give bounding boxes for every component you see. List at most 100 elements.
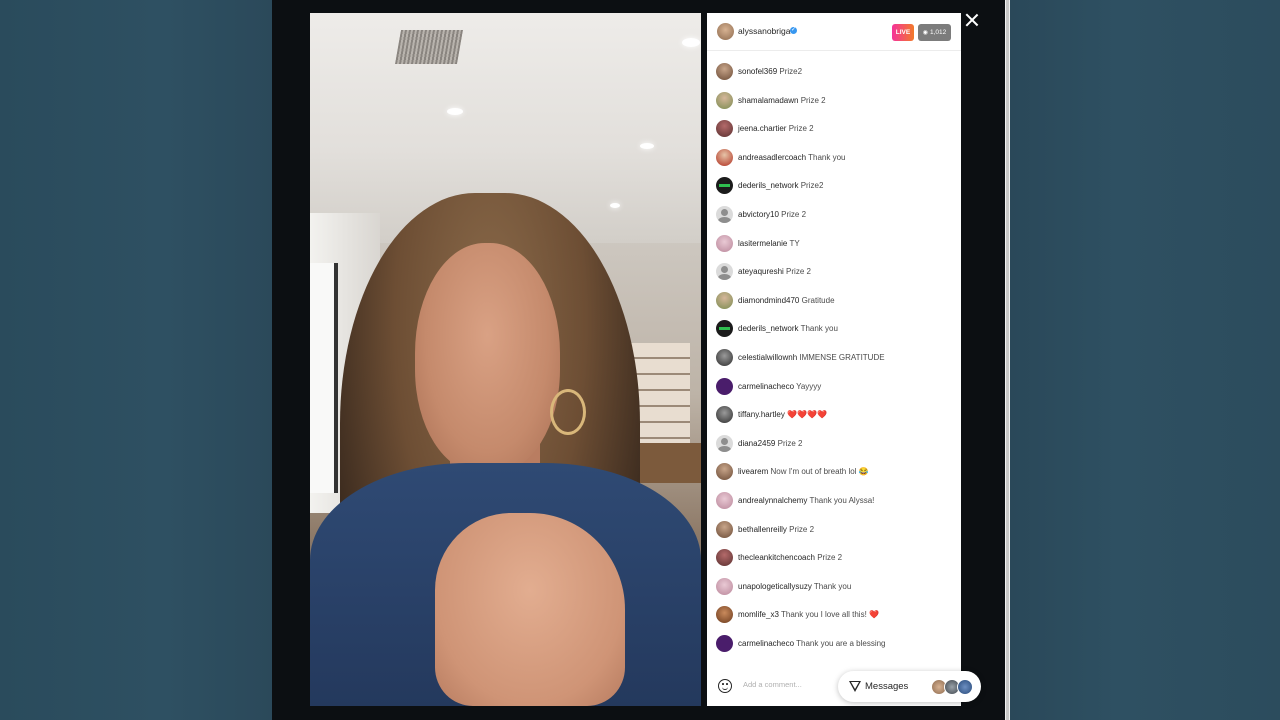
comment-username[interactable]: tiffany.hartley bbox=[738, 410, 785, 419]
avatar bbox=[957, 679, 973, 695]
avatar[interactable] bbox=[716, 148, 733, 166]
viewer-count: 1,012 bbox=[929, 29, 947, 36]
comment-line: sonofel369 Prize2 bbox=[738, 67, 802, 76]
avatar[interactable] bbox=[716, 549, 733, 567]
comment-text: Prize 2 bbox=[789, 524, 815, 534]
video-window bbox=[310, 263, 338, 493]
comment-row: ateyaqureshi Prize 2 bbox=[707, 262, 961, 282]
avatar[interactable] bbox=[716, 406, 733, 424]
comment-username[interactable]: dederils_network bbox=[738, 324, 798, 333]
comment-username[interactable]: abvictory10 bbox=[738, 210, 779, 219]
host-username[interactable]: alyssanobriga bbox=[738, 26, 790, 36]
comment-line: momlife_x3 Thank you I love all this! ❤️ bbox=[738, 610, 879, 619]
comment-row: carmelinacheco Yayyyy bbox=[707, 377, 961, 397]
live-video[interactable] bbox=[310, 13, 701, 706]
avatar[interactable] bbox=[716, 206, 733, 223]
comment-username[interactable]: unapologeticallysuzy bbox=[738, 582, 812, 591]
comment-row: bethallenreilly Prize 2 bbox=[707, 520, 961, 540]
comment-line: carmelinacheco Thank you are a blessing bbox=[738, 639, 886, 648]
comment-text: Thank you Alyssa! bbox=[809, 496, 875, 505]
comment-text: TY bbox=[789, 238, 800, 248]
comment-text: Gratitude bbox=[801, 295, 835, 305]
avatar[interactable] bbox=[716, 606, 733, 624]
live-comments-panel: alyssanobriga ✓ LIVE ◉ 1,012 sonofel369 P… bbox=[707, 13, 961, 706]
comment-username[interactable]: carmelinacheco bbox=[738, 382, 794, 391]
smile-icon[interactable] bbox=[718, 679, 732, 693]
comment-line: livearem Now I'm out of breath lol 😂 bbox=[738, 467, 869, 476]
comment-line: bethallenreilly Prize 2 bbox=[738, 525, 814, 534]
avatar[interactable] bbox=[716, 177, 733, 195]
comment-username[interactable]: diamondmind470 bbox=[738, 296, 799, 305]
comment-username[interactable]: bethallenreilly bbox=[738, 525, 787, 534]
comment-username[interactable]: carmelinacheco bbox=[738, 639, 794, 648]
comment-text: Prize 2 bbox=[788, 124, 814, 134]
page-scrollbar-thumb[interactable] bbox=[1006, 0, 1009, 720]
comment-line: ateyaqureshi Prize 2 bbox=[738, 267, 811, 276]
video-ceiling-light bbox=[682, 38, 700, 47]
avatar[interactable] bbox=[716, 577, 733, 595]
comment-text: Prize 2 bbox=[777, 438, 803, 448]
comment-username[interactable]: andrealynnalchemy bbox=[738, 496, 807, 505]
messages-button[interactable]: Messages bbox=[838, 671, 981, 702]
comment-line: andreasadlercoach Thank you bbox=[738, 153, 845, 162]
comment-line: dederils_network Prize2 bbox=[738, 181, 823, 190]
comment-username[interactable]: diana2459 bbox=[738, 439, 775, 448]
comment-line: andrealynnalchemy Thank you Alyssa! bbox=[738, 496, 874, 505]
comment-text: Prize2 bbox=[800, 181, 824, 191]
avatar[interactable] bbox=[716, 520, 733, 538]
comment-line: carmelinacheco Yayyyy bbox=[738, 382, 821, 391]
comment-text: ❤️❤️❤️❤️ bbox=[787, 410, 827, 420]
comment-input[interactable] bbox=[741, 679, 845, 690]
background-right bbox=[1010, 0, 1280, 720]
video-person-hands bbox=[435, 513, 625, 706]
avatar[interactable] bbox=[716, 91, 733, 109]
comment-username[interactable]: andreasadlercoach bbox=[738, 153, 806, 162]
avatar[interactable] bbox=[716, 263, 733, 281]
avatar[interactable] bbox=[716, 349, 733, 366]
messages-label: Messages bbox=[865, 681, 909, 692]
comment-username[interactable]: ateyaqureshi bbox=[738, 267, 784, 276]
host-avatar[interactable] bbox=[717, 23, 734, 40]
avatar[interactable] bbox=[716, 635, 733, 652]
comment-row: celestialwillownh IMMENSE GRATITUDE bbox=[707, 348, 961, 368]
panel-header: alyssanobriga ✓ LIVE ◉ 1,012 bbox=[707, 13, 961, 51]
comment-username[interactable]: momlife_x3 bbox=[738, 610, 779, 619]
video-person-face bbox=[415, 243, 560, 473]
comments-list[interactable]: sonofel369 Prize2 shamalamadawn Prize 2 je… bbox=[707, 51, 961, 661]
comment-row: andreasadlercoach Thank you bbox=[707, 148, 961, 168]
avatar[interactable] bbox=[716, 377, 733, 395]
comment-username[interactable]: dederils_network bbox=[738, 181, 798, 190]
comment-line: celestialwillownh IMMENSE GRATITUDE bbox=[738, 353, 885, 362]
send-icon bbox=[849, 681, 861, 692]
avatar[interactable] bbox=[716, 234, 733, 252]
avatar[interactable] bbox=[716, 291, 733, 309]
comment-row: tiffany.hartley ❤️❤️❤️❤️ bbox=[707, 405, 961, 425]
comment-username[interactable]: livearem bbox=[738, 467, 768, 476]
comment-username[interactable]: celestialwillownh bbox=[738, 353, 797, 362]
viewer-count-badge: ◉ 1,012 bbox=[918, 24, 951, 41]
avatar[interactable] bbox=[716, 320, 733, 338]
comment-line: unapologeticallysuzy Thank you bbox=[738, 582, 851, 591]
comment-username[interactable]: lasitermelanie bbox=[738, 239, 787, 248]
avatar[interactable] bbox=[716, 492, 733, 509]
comment-username[interactable]: jeena.chartier bbox=[738, 124, 786, 133]
avatar[interactable] bbox=[716, 463, 733, 481]
comment-line: diamondmind470 Gratitude bbox=[738, 296, 835, 305]
comment-row: jeena.chartier Prize 2 bbox=[707, 119, 961, 139]
comment-username[interactable]: thecleankitchencoach bbox=[738, 553, 815, 562]
close-icon[interactable] bbox=[963, 11, 981, 29]
avatar[interactable] bbox=[716, 120, 733, 138]
comment-row: diana2459 Prize 2 bbox=[707, 434, 961, 454]
video-ceiling-light bbox=[610, 203, 620, 208]
comment-username[interactable]: shamalamadawn bbox=[738, 96, 798, 105]
messages-avatar-stack bbox=[931, 679, 975, 695]
comment-text: Prize 2 bbox=[800, 95, 826, 105]
comment-username[interactable]: sonofel369 bbox=[738, 67, 777, 76]
comment-row: sonofel369 Prize2 bbox=[707, 62, 961, 82]
video-ceiling-light bbox=[640, 143, 654, 149]
avatar[interactable] bbox=[716, 434, 733, 452]
comment-line: abvictory10 Prize 2 bbox=[738, 210, 806, 219]
video-ceiling-light bbox=[447, 108, 463, 115]
avatar[interactable] bbox=[716, 63, 733, 80]
comment-text: Yayyyy bbox=[796, 381, 822, 391]
